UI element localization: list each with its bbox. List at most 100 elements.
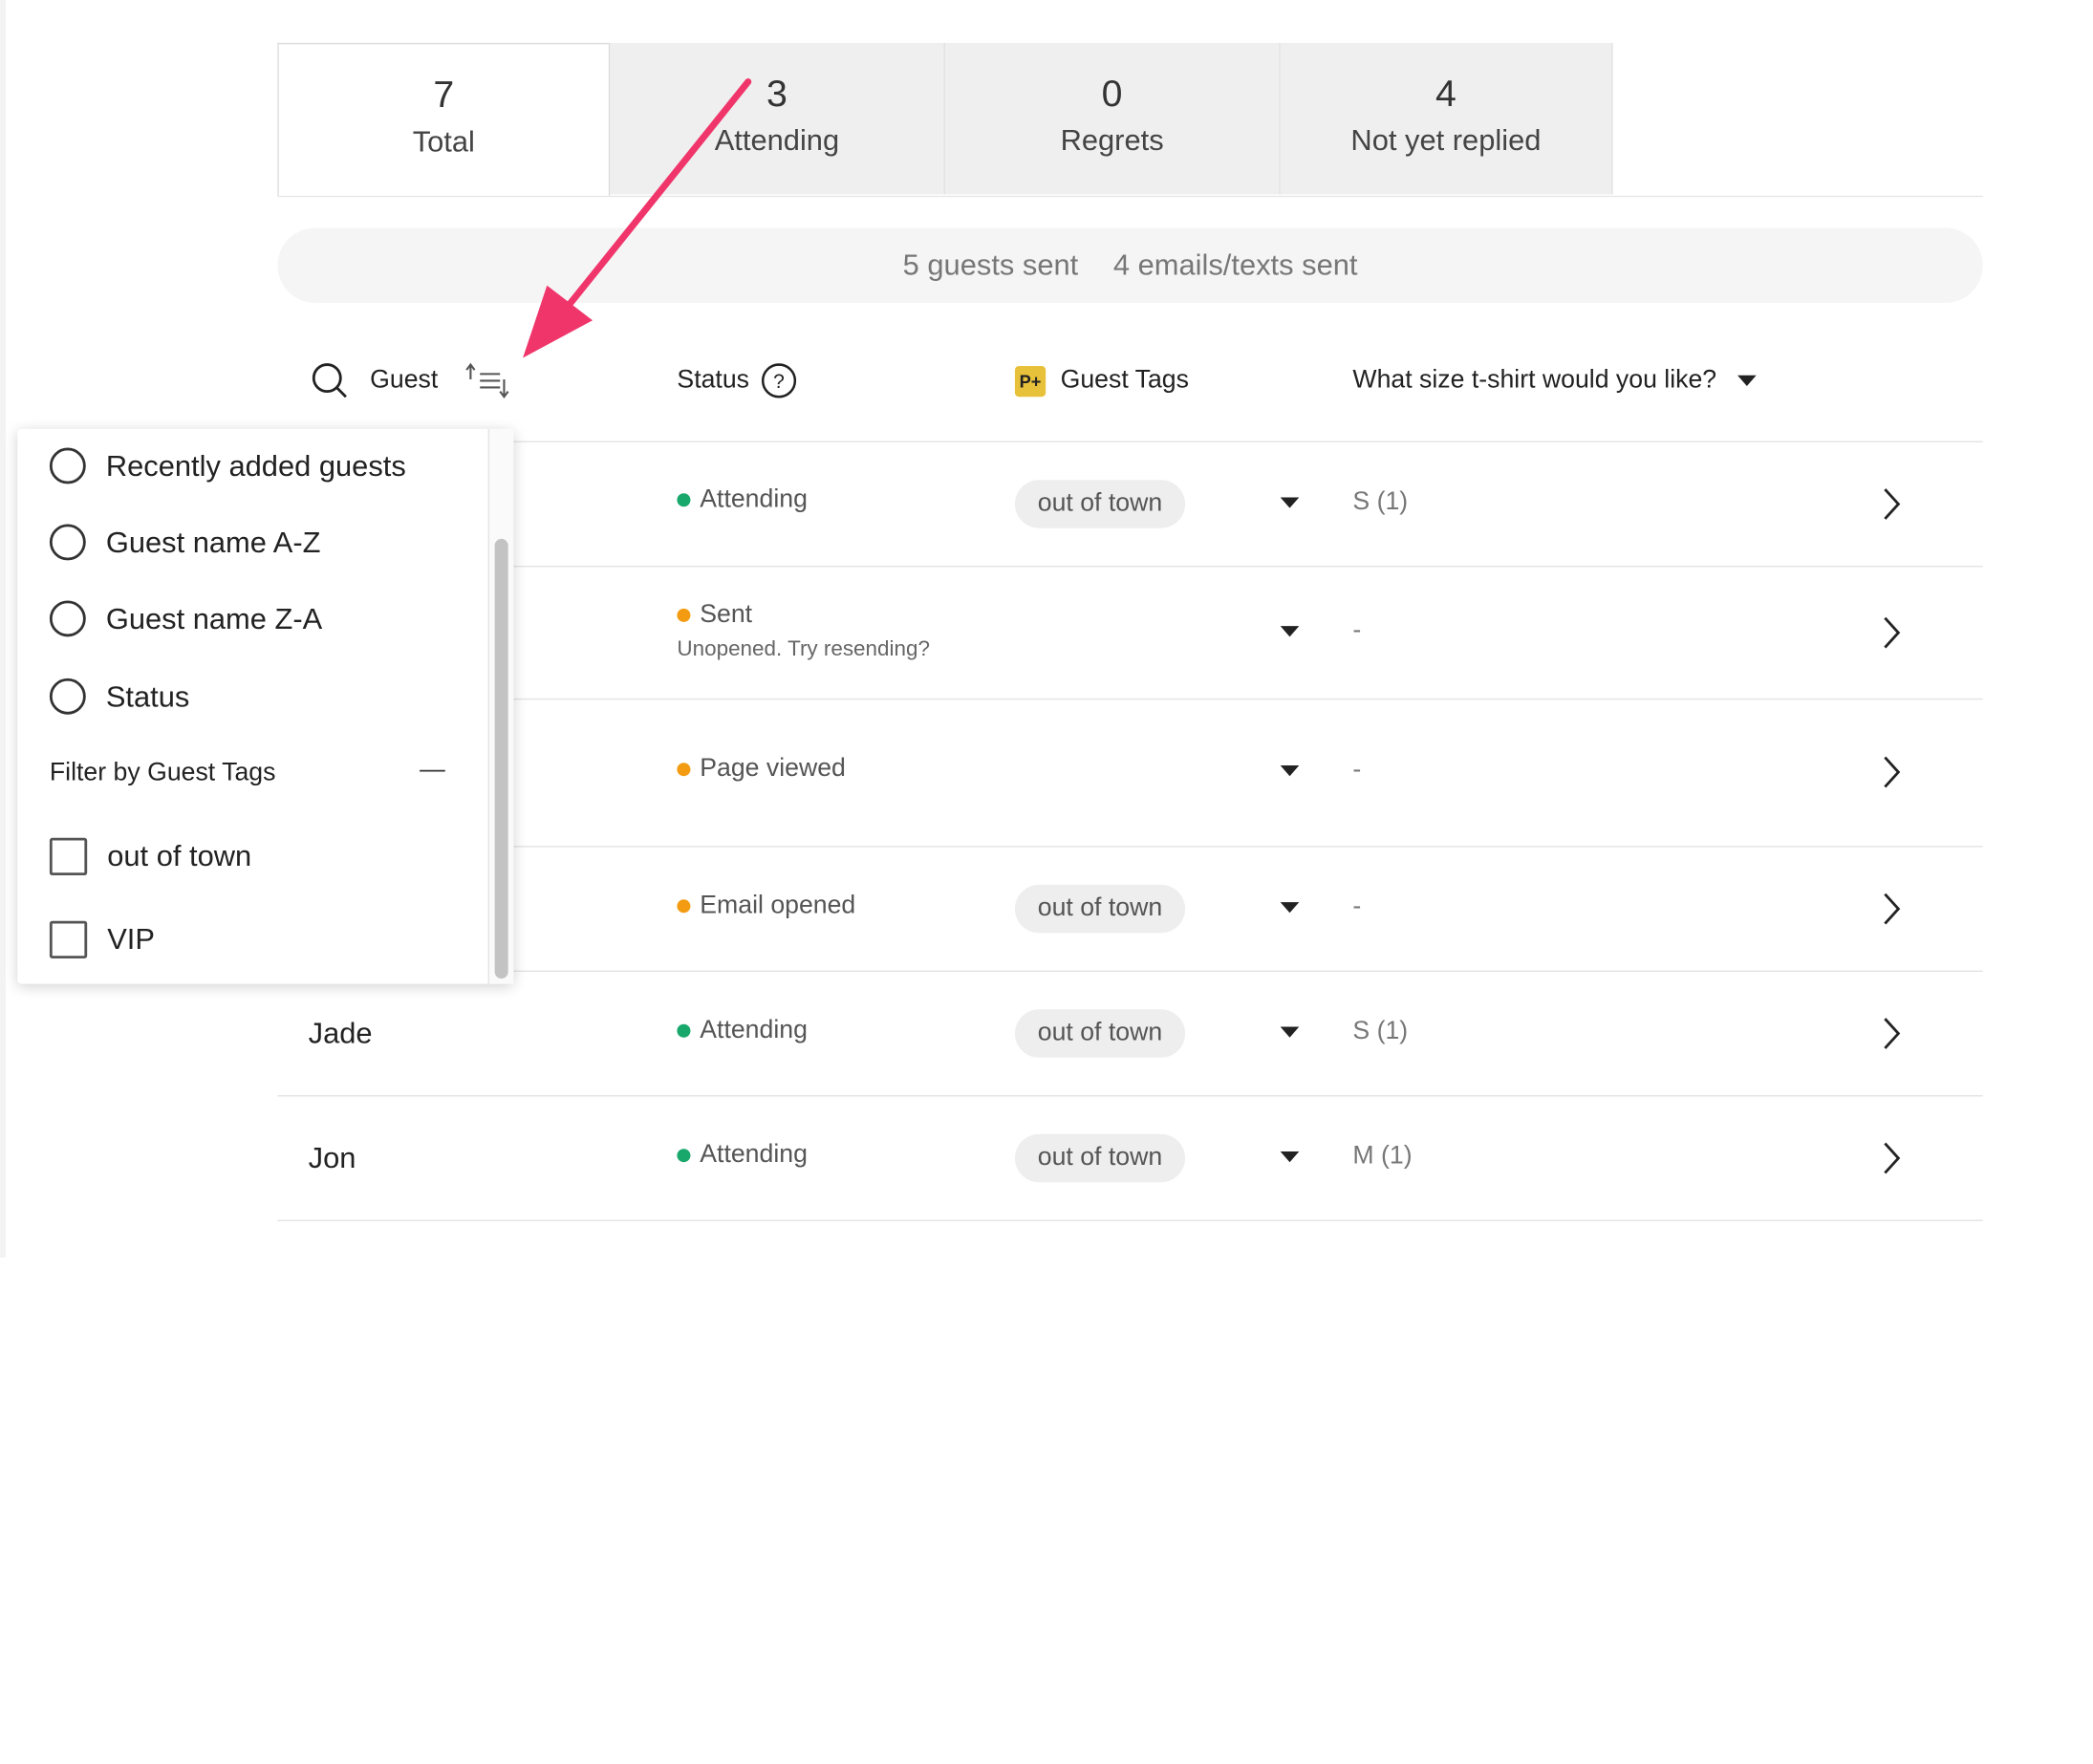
status-text: Page viewed [700,754,846,784]
status-cell: Attending [677,1016,808,1045]
collapse-filter-toggle[interactable]: — [420,756,445,785]
chevron-right-icon[interactable] [1878,1015,1905,1052]
status-cell: Attending [677,484,808,515]
chevron-right-icon[interactable] [1878,1139,1905,1176]
status-dot [677,763,691,777]
answer-cell: - [1352,616,1362,645]
menu-scrollbar[interactable] [487,428,514,984]
sort-option-recently-added[interactable]: Recently added guests [49,447,406,484]
row-divider [277,1219,1983,1221]
filter-tag-label: out of town [107,839,252,873]
status-text: Email opened [700,891,856,920]
status-cell: Email opened [677,892,855,921]
emails-sent-text: 4 emails/texts sent [1112,247,1358,282]
tab-regrets-count: 0 [1101,72,1123,115]
tag-dropdown[interactable] [1280,1151,1300,1163]
status-text: Sent [700,600,753,629]
filter-tag-vip[interactable]: VIP [49,920,155,959]
sort-option-label: Guest name Z-A [105,601,323,635]
sort-option-name-z-a[interactable]: Guest name Z-A [49,600,323,637]
question-header-label: What size t-shirt would you like? [1352,365,1717,395]
answer-cell: S (1) [1352,1017,1409,1046]
annotation-arrow-icon [523,78,752,358]
radio-button[interactable] [49,678,86,715]
tab-regrets-label: Regrets [1060,123,1164,158]
tab-not-yet-replied-label: Not yet replied [1350,123,1542,158]
filter-tag-label: VIP [107,922,155,957]
guest-tag-chip[interactable]: out of town [1014,480,1186,528]
caret-down-icon [1280,1026,1300,1038]
tag-cell: out of town [1014,884,1186,934]
row-divider [277,970,1983,973]
status-cell: Sent Unopened. Try resending? [677,600,930,662]
sort-filter-menu: Recently added guests Guest name A-Z Gue… [17,428,514,984]
caret-down-icon [1280,902,1300,914]
tab-regrets[interactable]: 0 Regrets [944,42,1281,195]
radio-button[interactable] [49,600,86,637]
chevron-right-icon[interactable] [1878,890,1905,927]
guest-header-label: Guest [370,365,439,395]
svg-text:?: ? [773,371,785,393]
radio-button[interactable] [49,524,86,561]
row-divider [277,846,1983,848]
guest-name[interactable]: Jade [309,1016,373,1050]
row-divider [277,1095,1983,1097]
checkbox[interactable] [49,920,88,959]
tag-cell: out of town [1014,480,1186,528]
guests-sent-text: 5 guests sent [902,247,1079,282]
scrollbar-thumb[interactable] [494,538,508,979]
premium-badge-icon: P+ [1014,365,1046,397]
caret-down-icon [1280,626,1300,637]
chevron-right-icon[interactable] [1878,613,1905,651]
radio-button[interactable] [49,447,86,484]
status-cell: Page viewed [677,754,846,785]
status-dot [677,493,691,507]
sort-option-label: Recently added guests [105,448,406,483]
status-dot [677,1149,691,1163]
guest-tag-chip[interactable]: out of town [1014,884,1186,934]
row-divider [277,565,1983,568]
guest-tags-header-label: Guest Tags [1060,365,1189,395]
question-column-header[interactable]: What size t-shirt would you like? [1352,352,1758,411]
checkbox[interactable] [49,837,88,876]
guest-tag-chip[interactable]: out of town [1014,1133,1186,1183]
tag-cell: out of town [1014,1009,1186,1058]
tag-dropdown[interactable] [1280,764,1300,777]
sort-icon[interactable] [464,360,510,400]
sort-option-label: Status [105,678,190,713]
status-header-label: Status [677,365,749,395]
tag-dropdown[interactable] [1280,497,1300,508]
sort-option-name-a-z[interactable]: Guest name A-Z [49,524,321,561]
row-divider [277,441,1983,442]
status-subtext: Unopened. Try resending? [677,637,930,661]
chevron-right-icon[interactable] [1878,485,1905,523]
tag-dropdown[interactable] [1280,902,1300,914]
status-text: Attending [700,1016,808,1044]
guest-list-page: 7 Total 3 Attending 0 Regrets 4 Not yet … [0,0,2093,1764]
answer-cell: S (1) [1352,487,1409,517]
search-icon[interactable] [311,362,348,399]
status-text: Attending [700,1140,808,1170]
status-cell: Attending [677,1140,808,1171]
guest-name[interactable]: Jon [309,1141,356,1175]
guest-tags-column-header: P+ Guest Tags [1014,352,1189,411]
guest-column-header: Guest [311,352,510,411]
sort-option-label: Guest name A-Z [105,525,321,559]
help-circle-icon[interactable]: ? [760,362,797,399]
chevron-right-icon[interactable] [1878,753,1905,790]
tag-dropdown[interactable] [1280,1026,1300,1038]
guest-tag-chip[interactable]: out of town [1014,1009,1186,1058]
status-dot [677,1023,691,1038]
tag-dropdown[interactable] [1280,626,1300,637]
caret-down-icon [1280,1151,1300,1163]
tag-cell: out of town [1014,1133,1186,1183]
tab-not-yet-replied[interactable]: 4 Not yet replied [1280,42,1613,195]
filter-tag-out-of-town[interactable]: out of town [49,837,252,876]
status-dot [677,608,691,622]
status-dot [677,899,691,914]
sort-option-status[interactable]: Status [49,678,190,715]
caret-down-icon [1737,375,1758,387]
caret-down-icon [1280,764,1300,777]
answer-cell: - [1352,893,1362,921]
status-text: Attending [700,484,808,514]
